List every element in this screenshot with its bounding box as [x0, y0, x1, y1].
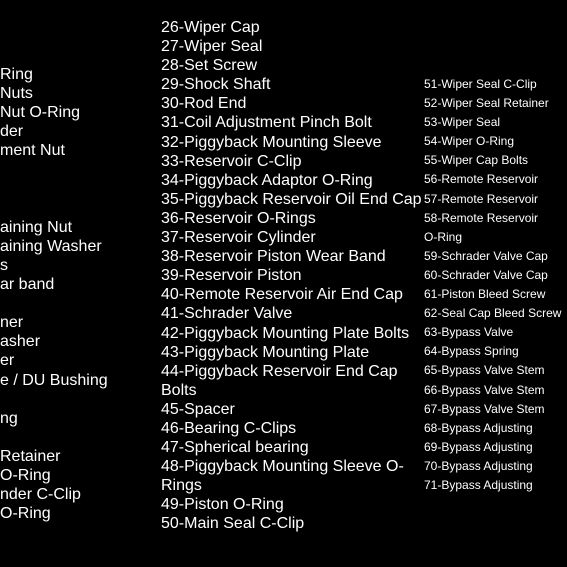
- part-list-item: ar band: [0, 276, 55, 294]
- part-list-item: 49-Piston O-Ring: [161, 496, 284, 514]
- part-list-item: 57-Remote Reservoir: [424, 191, 539, 206]
- part-list-item: 61-Piston Bleed Screw: [424, 287, 546, 302]
- part-list-item: aining Washer: [0, 237, 102, 255]
- part-list-item: 52-Wiper Seal Retainer: [424, 96, 549, 111]
- part-list-item: O-Ring: [0, 466, 51, 484]
- part-list-item: 59-Schrader Valve Cap: [424, 248, 548, 263]
- part-list-item: 28-Set Screw: [161, 57, 258, 75]
- part-list-item: ment Nut: [0, 142, 65, 160]
- part-list-item: 63-Bypass Valve: [424, 325, 514, 340]
- part-list-item: 27-Wiper Seal: [161, 38, 263, 56]
- part-list-item: 26-Wiper Cap: [161, 19, 260, 36]
- part-list-item: 30-Rod End: [161, 95, 247, 113]
- part-list-item: 50-Main Seal C-Clip: [161, 515, 305, 533]
- part-list-item: 45-Spacer: [161, 400, 235, 418]
- part-list-item: 62-Seal Cap Bleed Screw: [424, 306, 562, 321]
- part-list-item: [0, 199, 108, 218]
- part-list-item: 31-Coil Adjustment Pinch Bolt: [161, 114, 372, 132]
- part-list-item: 71-Bypass Adjusting: [424, 477, 533, 492]
- part-list-item: Ring: [0, 66, 33, 83]
- part-list-item: 47-Spherical bearing: [161, 439, 309, 457]
- part-list-item: 51-Wiper Seal C-Clip: [424, 77, 537, 91]
- part-list-item: 60-Schrader Valve Cap: [424, 267, 548, 282]
- parts-list-column-3: 51-Wiper Seal C-Clip 52-Wiper Seal Retain…: [424, 75, 567, 495]
- part-list-item: 56-Remote Reservoir: [424, 172, 539, 187]
- part-list-item: [0, 294, 108, 313]
- part-list-item: [0, 428, 108, 447]
- part-list-item: 42-Piggyback Mounting Plate Bolts: [161, 324, 410, 342]
- part-list-item: s: [0, 256, 8, 274]
- part-list-item: 39-Reservoir Piston: [161, 267, 302, 285]
- part-list-item: 43-Piggyback Mounting Plate: [161, 343, 370, 361]
- part-list-item: 53-Wiper Seal: [424, 115, 501, 130]
- part-list-item: 32-Piggyback Mounting Sleeve: [161, 133, 382, 151]
- part-list-item: aining Nut: [0, 218, 73, 236]
- part-list-item: 68-Bypass Adjusting: [424, 420, 533, 435]
- part-list-item: 36-Reservoir O-Rings: [161, 209, 316, 227]
- part-list-item: ng: [0, 409, 18, 427]
- part-list-item: ner: [0, 314, 24, 332]
- part-list-item: 69-Bypass Adjusting: [424, 439, 533, 454]
- part-list-item: Nuts: [0, 85, 33, 103]
- part-list-item: 54-Wiper O-Ring: [424, 134, 515, 149]
- part-list-item: 38-Reservoir Piston Wear Band: [161, 248, 386, 266]
- part-list-item: er: [0, 352, 15, 370]
- part-list-item: [0, 180, 108, 199]
- part-list-item: 33-Reservoir C-Clip: [161, 152, 302, 170]
- part-list-item: 67-Bypass Valve Stem: [424, 401, 545, 416]
- part-list-item: [0, 390, 108, 409]
- parts-list-column-1: Ring Nuts Nut O-Ring der ment Nut aining Nut a…: [0, 65, 108, 523]
- part-list-item: 46-Bearing C-Clips: [161, 419, 297, 437]
- part-list-item: Retainer: [0, 447, 61, 465]
- part-list-item: der: [0, 123, 24, 141]
- part-list-item: nder C-Clip: [0, 486, 81, 504]
- parts-list-column-2: 26-Wiper Cap 27-Wiper Seal 28-Set Screw 29-…: [161, 18, 423, 534]
- part-list-item: 66-Bypass Valve Stem: [424, 382, 545, 397]
- part-list-item: [0, 160, 108, 179]
- part-list-item: 35-Piggyback Reservoir Oil End Cap: [161, 190, 422, 208]
- part-list-item: 70-Bypass Adjusting: [424, 458, 533, 473]
- part-list-item: 48-Piggyback Mounting Sleeve O-Rings: [161, 458, 404, 495]
- part-list-item: 37-Reservoir Cylinder: [161, 229, 316, 247]
- part-list-item: Nut O-Ring: [0, 104, 81, 122]
- part-list-item: 34-Piggyback Adaptor O-Ring: [161, 171, 373, 189]
- part-list-item: 41-Schrader Valve: [161, 305, 293, 323]
- part-list-item: asher: [0, 333, 41, 351]
- part-list-item: 65-Bypass Valve Stem: [424, 363, 545, 378]
- part-list-item: 29-Shock Shaft: [161, 76, 271, 94]
- part-list-item: 40-Remote Reservoir Air End Cap: [161, 286, 403, 304]
- part-list-item: 58-Remote Reservoir O-Ring: [424, 210, 539, 244]
- part-list-item: 44-Piggyback Reservoir End Cap Bolts: [161, 362, 398, 399]
- part-list-item: O-Ring: [0, 505, 51, 523]
- part-list-item: 55-Wiper Cap Bolts: [424, 153, 529, 168]
- part-list-item: e / DU Bushing: [0, 371, 108, 389]
- part-list-item: 64-Bypass Spring: [424, 344, 519, 359]
